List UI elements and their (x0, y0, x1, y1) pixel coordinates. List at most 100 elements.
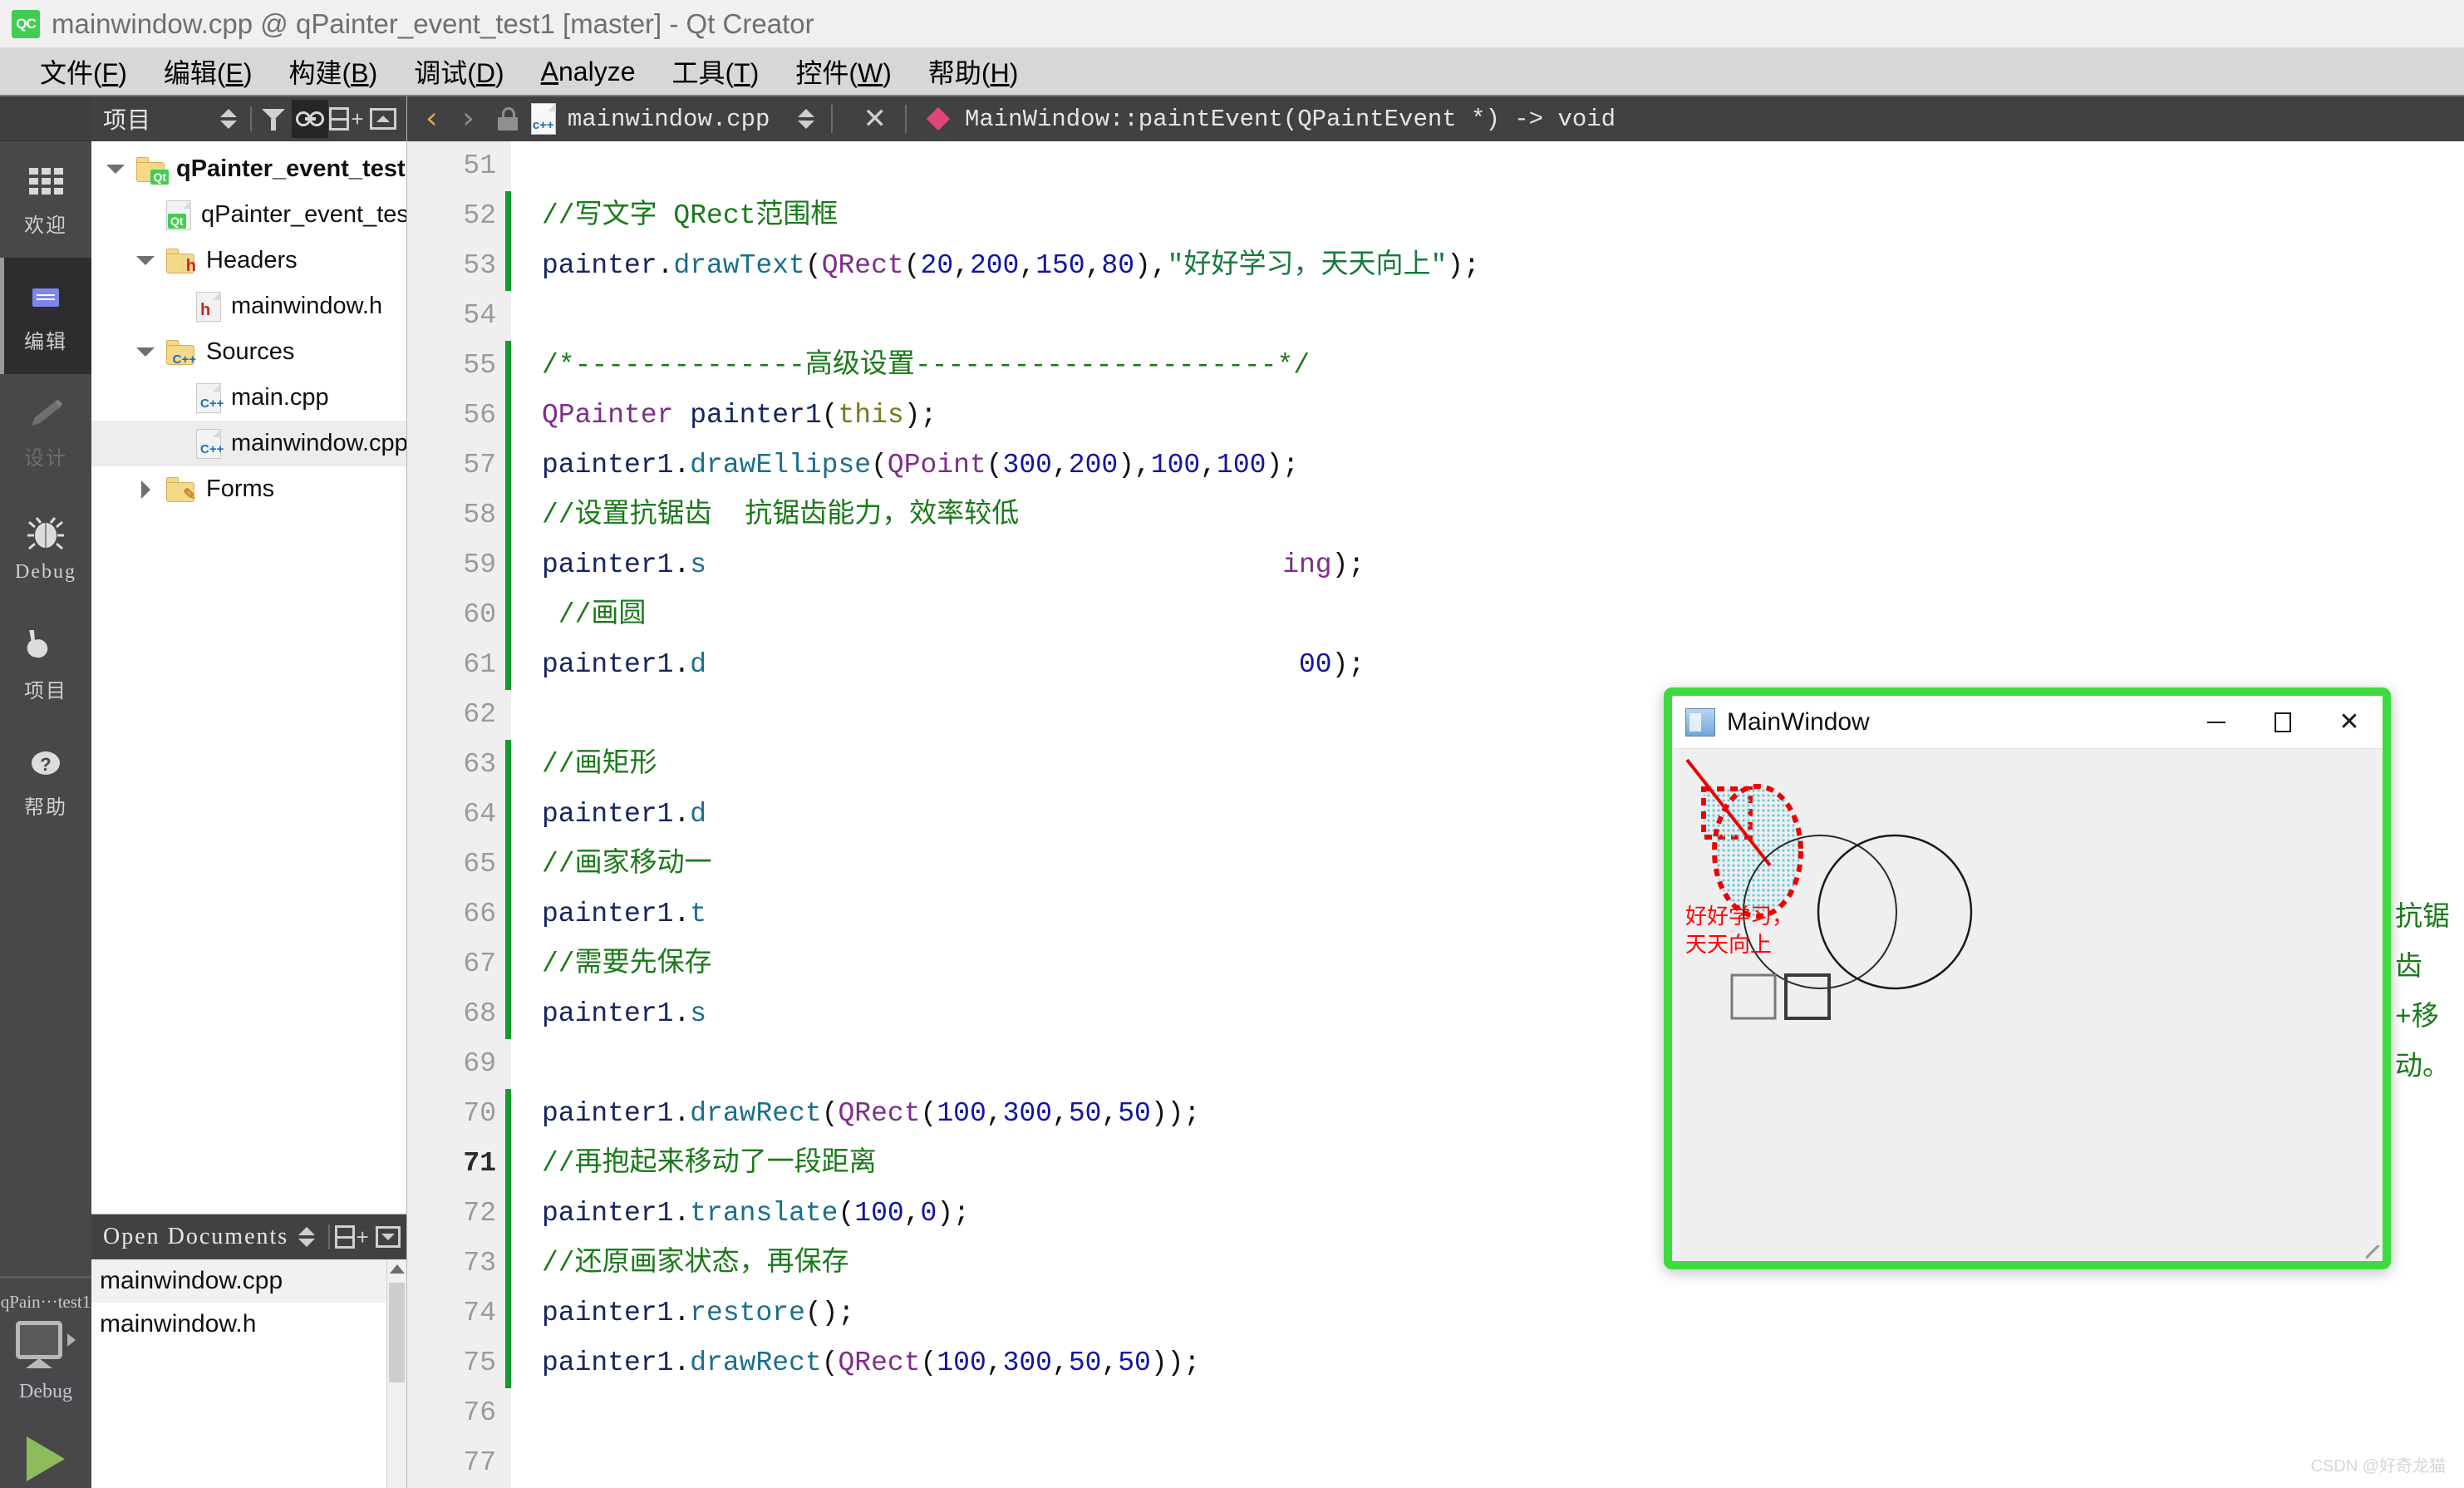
mode-label-edit: 编辑 (24, 331, 67, 353)
tree-item-3[interactable]: h mainwindow.h (91, 283, 406, 329)
menu-item-7[interactable]: 帮助(H) (910, 52, 1036, 91)
code-token: s (690, 998, 707, 1029)
code-token: 300 (1002, 1348, 1052, 1378)
link-with-editor-button[interactable] (292, 100, 328, 138)
lock-icon[interactable] (497, 107, 518, 131)
filter-button[interactable] (255, 100, 292, 138)
watermark: CSDN @好奇龙猫 (2310, 1457, 2446, 1476)
close-sidebar-button[interactable] (365, 100, 401, 138)
maximize-button[interactable] (2250, 699, 2316, 746)
open-document-item[interactable]: mainwindow.cpp (91, 1259, 406, 1303)
mode-item-projects[interactable]: 项目 (0, 607, 91, 723)
chevron-down-icon[interactable] (133, 256, 158, 265)
navigate-forward-button[interactable]: › (452, 104, 484, 134)
mode-item-edit[interactable]: 编辑 (0, 258, 91, 374)
tree-item-2[interactable]: h Headers (91, 238, 406, 283)
menu-item-4[interactable]: Analyze (523, 57, 654, 87)
od-sync-button[interactable] (288, 1218, 325, 1256)
chevron-down-icon[interactable] (103, 165, 128, 174)
code-token: ); (1331, 549, 1365, 580)
code-line[interactable]: painter.drawText(QRect(20,200,150,80),"好… (542, 241, 2464, 291)
code-line[interactable]: painter1.d 00); (542, 640, 2464, 690)
mode-item-help[interactable]: ? 帮助 (0, 723, 91, 840)
window-controls: ✕ (2183, 699, 2383, 746)
chevron-right-icon[interactable] (133, 480, 158, 499)
code-token: , (903, 1198, 921, 1229)
menu-item-3[interactable]: 调试(D) (396, 52, 522, 91)
open-documents-scrollbar[interactable] (386, 1259, 406, 1488)
code-token: painter1 (542, 1298, 674, 1328)
file-dropdown-icon[interactable] (798, 109, 815, 129)
navigate-back-button[interactable]: ‹ (416, 104, 447, 134)
tree-item-1[interactable]: Qt qPainter_event_test1.pro (91, 192, 406, 238)
code-line[interactable]: painter1.s ing); (542, 540, 2464, 590)
code-token: , (1052, 1098, 1069, 1129)
run-button[interactable] (27, 1436, 65, 1481)
code-token: ( (821, 1098, 839, 1129)
change-indicator (505, 341, 511, 690)
doc-cpp-icon: C++ (196, 428, 224, 459)
code-token: )); (1150, 1348, 1201, 1378)
line-number: 59 (463, 549, 496, 580)
code-token: , (986, 1098, 1003, 1129)
code-line[interactable]: //设置抗锯齿 抗锯齿能力，效率较低 (542, 490, 2464, 540)
sync-selection-button[interactable] (210, 100, 247, 138)
chevron-down-icon[interactable] (133, 347, 158, 357)
mode-item-welcome[interactable]: 欢迎 (0, 141, 91, 258)
od-dropdown-button[interactable] (370, 1218, 406, 1256)
menu-item-2[interactable]: 构建(B) (271, 52, 396, 91)
code-line[interactable]: painter1.drawEllipse(QPoint(300,200),100… (542, 441, 2464, 490)
od-split-button[interactable]: + (333, 1218, 370, 1256)
resize-grip[interactable] (2366, 1245, 2379, 1259)
code-line[interactable]: painter1.restore(); (542, 1288, 2464, 1338)
scrollbar-thumb[interactable] (389, 1283, 405, 1382)
tree-item-5[interactable]: C++ main.cpp (91, 375, 406, 421)
code-line[interactable] (542, 291, 2464, 341)
code-token: painter1 (542, 1198, 674, 1229)
code-line[interactable] (542, 1388, 2464, 1438)
split-button[interactable]: + (328, 100, 365, 138)
code-line[interactable] (542, 141, 2464, 191)
menu-item-1[interactable]: 编辑(E) (145, 52, 271, 91)
mode-item-debug[interactable]: Debug (0, 490, 91, 607)
scroll-up-icon[interactable] (389, 1264, 405, 1274)
kit-selector[interactable]: qPain···test1 Debug (0, 1276, 91, 1488)
code-token: //写文字 QRect范围框 (542, 200, 839, 231)
code-token: 200 (1068, 450, 1119, 480)
menu-item-5[interactable]: 工具(T) (654, 52, 778, 91)
line-number: 62 (463, 699, 496, 730)
tree-item-6[interactable]: C++ mainwindow.cpp (91, 421, 406, 466)
project-tree[interactable]: Qt qPainter_event_test1 [master] Qt qPainte… (91, 141, 406, 1214)
minimize-button[interactable] (2183, 699, 2250, 746)
current-symbol[interactable]: MainWindow::paintEvent(QPaintEvent *) ->… (965, 106, 1616, 133)
tree-item-0[interactable]: Qt qPainter_event_test1 [master] (91, 146, 406, 192)
mode-item-design[interactable]: 设计 (0, 374, 91, 490)
code-token: ( (821, 1348, 839, 1378)
code-line[interactable]: //写文字 QRect范围框 (542, 191, 2464, 241)
toolbar-separator (831, 105, 834, 133)
tree-item-7[interactable]: ✎ Forms (91, 466, 406, 512)
code-line[interactable]: /*--------------高级设置--------------------… (542, 341, 2464, 391)
tree-item-4[interactable]: C++ Sources (91, 329, 406, 375)
code-line[interactable]: painter1.drawRect(QRect(100,300,50,50)); (542, 1338, 2464, 1388)
editor-filename[interactable]: mainwindow.cpp (568, 106, 770, 133)
updown-icon (298, 1227, 316, 1247)
code-editor[interactable]: 51 52 53 54 55 56 57 58 59 60 61 62 63 64 65 66 67 68 69 70… (407, 141, 2464, 1488)
code-token: painter1 (542, 1348, 674, 1378)
menu-item-6[interactable]: 控件(W) (777, 52, 910, 91)
menu-item-0[interactable]: 文件(F) (22, 52, 145, 91)
code-line[interactable] (542, 1438, 2464, 1488)
close-editor-button[interactable]: ✕ (849, 102, 900, 135)
mainwindow-preview-dialog[interactable]: MainWindow ✕ 好好学习， 天天向上 (1664, 687, 2391, 1269)
open-documents-list[interactable]: mainwindow.cpp mainwindow.h (91, 1259, 406, 1488)
code-token: ( (903, 250, 921, 281)
code-line[interactable]: QPainter painter1(this); (542, 391, 2464, 441)
close-button[interactable]: ✕ (2316, 699, 2383, 746)
code-token: 50 (1118, 1098, 1151, 1129)
kit-target-row[interactable] (16, 1321, 76, 1359)
open-document-item[interactable]: mainwindow.h (91, 1303, 406, 1346)
code-line[interactable]: //画圆 (542, 590, 2464, 640)
qpainter-drawing (1685, 758, 1973, 1020)
mainwindow-titlebar[interactable]: MainWindow ✕ (1672, 696, 2383, 749)
line-number: 74 (463, 1298, 496, 1328)
